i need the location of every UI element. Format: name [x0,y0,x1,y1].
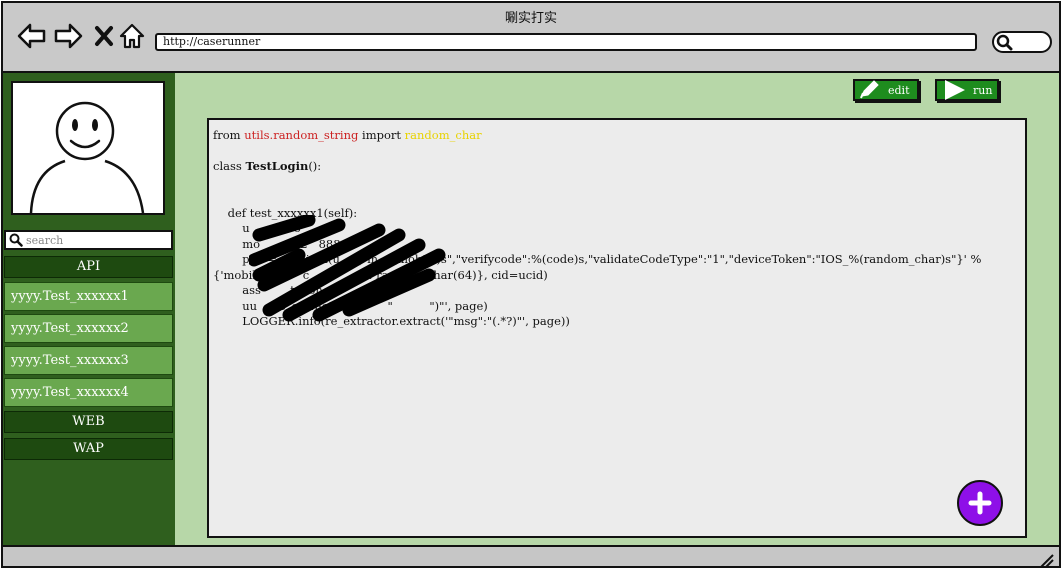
status-bar [3,545,1059,568]
edit-button[interactable]: edit [853,79,919,101]
back-button[interactable] [17,21,47,51]
browser-toolbar: 唰实打实 http://caserunner [3,3,1059,73]
arrow-left-icon [17,23,46,49]
redaction-scribble [249,215,446,322]
play-icon [945,80,965,100]
search-input[interactable] [23,233,166,247]
forward-button[interactable] [53,21,83,51]
sidebar-item-test1[interactable]: yyyy.Test_xxxxxx1 [4,282,173,311]
code-module: utils.random_string [244,128,359,142]
code-editor[interactable]: from utils.random_string import random_c… [207,118,1027,538]
category-api[interactable]: API [4,256,173,278]
home-button[interactable] [117,21,147,51]
sidebar-item-test4[interactable]: yyyy.Test_xxxxxx4 [4,378,173,407]
search-icon [9,233,23,247]
add-button[interactable] [957,480,1003,526]
code-keyword: import [358,128,405,142]
code-keyword: class [213,159,246,173]
browser-search-field[interactable] [992,31,1052,53]
code-class-name: TestLogin [245,159,309,173]
category-web[interactable]: WEB [4,411,173,433]
edit-label: edit [888,83,910,97]
address-bar[interactable]: http://caserunner [155,33,977,51]
code-line: (): [308,159,322,173]
run-label: run [973,83,993,97]
browser-window: 唰实打实 http://caserunner search API yyyy.T… [1,1,1061,568]
resize-grip-icon[interactable] [1037,551,1055,568]
sidebar-search[interactable] [4,230,173,250]
sidebar: API yyyy.Test_xxxxxx1 yyyy.Test_xxxxxx2 … [3,73,175,545]
main-content: edit run from utils.random_string import… [175,73,1059,545]
code-keyword: from [213,128,245,142]
run-button[interactable]: run [935,79,999,101]
home-icon [119,23,145,49]
sidebar-item-test3[interactable]: yyyy.Test_xxxxxx3 [4,346,173,375]
sidebar-item-test2[interactable]: yyyy.Test_xxxxxx2 [4,314,173,343]
avatar [11,81,165,215]
search-icon [996,34,1013,51]
window-title: 唰实打实 [504,11,557,26]
category-wap[interactable]: WAP [4,438,173,460]
close-icon [95,26,113,46]
pencil-icon [860,80,879,99]
code-import-name: random_char [404,128,482,142]
plus-icon [968,491,992,515]
arrow-right-icon [54,23,83,49]
user-avatar-icon [29,101,145,213]
stop-button[interactable] [89,21,119,51]
